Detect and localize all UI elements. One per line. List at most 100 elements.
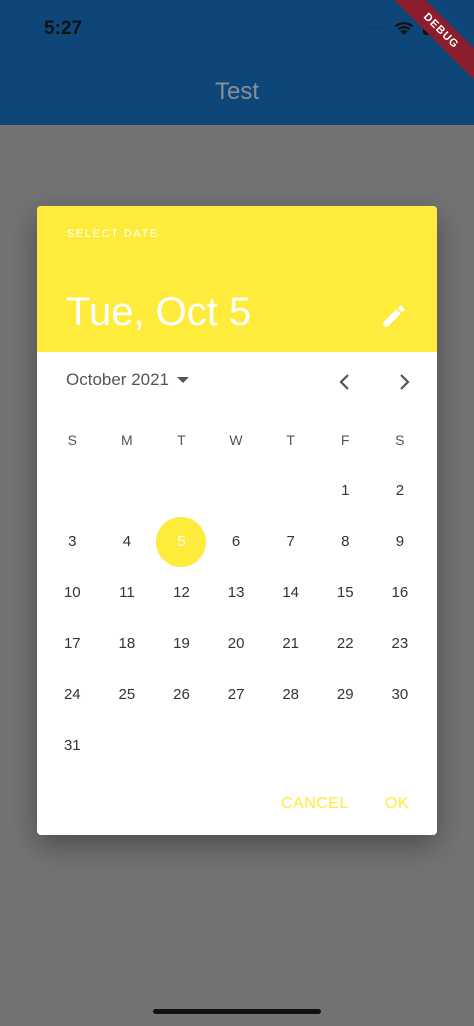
- weekday-label: F: [340, 432, 350, 448]
- day-cell[interactable]: 8: [318, 516, 373, 567]
- empty-day-cell: [318, 720, 373, 771]
- help-text: SELECT DATE: [67, 228, 159, 240]
- day-cell[interactable]: 15: [318, 567, 373, 618]
- empty-day-cell: [209, 465, 264, 516]
- empty-day-cell: [100, 720, 155, 771]
- day-number: 17: [63, 635, 81, 652]
- day-cell[interactable]: 14: [263, 567, 318, 618]
- day-cell[interactable]: 23: [373, 618, 428, 669]
- day-number: 19: [173, 635, 190, 652]
- day-cell[interactable]: 22: [318, 618, 373, 669]
- day-cell[interactable]: 9: [373, 516, 428, 567]
- empty-day-cell: [154, 465, 209, 516]
- day-number: 8: [341, 533, 350, 550]
- weekday-label: T: [177, 432, 186, 448]
- weekday-header: SMTWTFS: [45, 432, 427, 448]
- dialog-actions: CANCEL OK: [273, 789, 417, 819]
- selected-date-title: Tue, Oct 5: [66, 290, 252, 334]
- day-number: 11: [119, 584, 135, 601]
- day-cell[interactable]: 29: [318, 669, 373, 720]
- day-number: 7: [286, 533, 295, 550]
- day-number: 29: [336, 686, 354, 703]
- day-cell[interactable]: 16: [373, 567, 428, 618]
- empty-day-cell: [100, 465, 155, 516]
- cellular-signal-icon: ····: [368, 22, 386, 33]
- day-number: 14: [282, 584, 300, 601]
- day-number: 10: [63, 584, 81, 601]
- day-cell[interactable]: 19: [154, 618, 209, 669]
- status-time: 5:27: [44, 18, 83, 39]
- day-cell[interactable]: 21: [263, 618, 318, 669]
- day-cell[interactable]: 12: [154, 567, 209, 618]
- day-cell[interactable]: 17: [45, 618, 100, 669]
- day-number: 21: [282, 635, 300, 652]
- day-number: 16: [391, 584, 409, 601]
- dialog-header: SELECT DATE Tue, Oct 5: [37, 206, 437, 352]
- day-number: 3: [68, 533, 77, 550]
- weekday-label: W: [229, 432, 243, 448]
- pencil-icon[interactable]: [380, 302, 408, 330]
- day-number: 27: [227, 686, 245, 703]
- home-indicator: [153, 1009, 321, 1014]
- day-cell[interactable]: 2: [373, 465, 428, 516]
- day-cell[interactable]: 18: [100, 618, 155, 669]
- day-number: 25: [118, 686, 136, 703]
- day-cell[interactable]: 24: [45, 669, 100, 720]
- day-cell[interactable]: 13: [209, 567, 264, 618]
- chevron-left-icon: [339, 374, 349, 390]
- weekday-label: T: [286, 432, 295, 448]
- empty-day-cell: [209, 720, 264, 771]
- day-cell[interactable]: 4: [100, 516, 155, 567]
- ok-button[interactable]: OK: [377, 789, 417, 819]
- previous-month-button[interactable]: [335, 372, 355, 392]
- month-year-selector[interactable]: October 2021: [66, 370, 190, 390]
- day-number: 20: [227, 635, 245, 652]
- day-cell[interactable]: 31: [45, 720, 100, 771]
- day-cell[interactable]: 11: [100, 567, 155, 618]
- chevron-right-icon: [400, 374, 410, 390]
- day-cell[interactable]: 1: [318, 465, 373, 516]
- day-number: 18: [118, 635, 136, 652]
- day-number: 12: [173, 584, 190, 601]
- weekday-label: M: [121, 432, 133, 448]
- day-number: 5: [177, 533, 186, 550]
- date-picker-dialog: SELECT DATE Tue, Oct 5 October 2021 S M T W…: [37, 206, 437, 835]
- day-number: 9: [395, 533, 405, 550]
- day-cell[interactable]: 25: [100, 669, 155, 720]
- day-number: 13: [227, 584, 245, 601]
- day-cell[interactable]: 20: [209, 618, 264, 669]
- empty-day-cell: [45, 465, 100, 516]
- next-month-button[interactable]: [394, 372, 414, 392]
- empty-day-cell: [373, 720, 428, 771]
- day-cell[interactable]: 10: [45, 567, 100, 618]
- day-number: 22: [336, 635, 354, 652]
- weekday-label: S: [395, 432, 405, 448]
- day-cell[interactable]: 30: [373, 669, 428, 720]
- debug-label: DEBUG: [387, 0, 474, 85]
- day-cell[interactable]: 27: [209, 669, 264, 720]
- day-cell[interactable]: 3: [45, 516, 100, 567]
- empty-day-cell: [263, 465, 318, 516]
- day-number: 31: [63, 737, 81, 754]
- day-number: 15: [336, 584, 354, 601]
- selected-day[interactable]: 5: [154, 516, 209, 567]
- day-number: 2: [395, 482, 405, 499]
- caret-down-icon: [177, 377, 190, 383]
- day-number: 24: [63, 686, 81, 703]
- app-bar: 5:27 ···· Test DEBUG: [0, 0, 474, 125]
- day-number: 6: [231, 533, 241, 550]
- day-cell[interactable]: 7: [263, 516, 318, 567]
- day-cell[interactable]: 6: [209, 516, 264, 567]
- empty-day-cell: [263, 720, 318, 771]
- debug-banner: DEBUG: [384, 0, 474, 90]
- month-label: October 2021: [66, 370, 170, 389]
- day-cell[interactable]: 26: [154, 669, 209, 720]
- day-number: 30: [391, 686, 409, 703]
- day-cell[interactable]: 28: [263, 669, 318, 720]
- day-number: 23: [391, 635, 409, 652]
- day-number: 26: [173, 686, 190, 703]
- calendar-days-grid: 1 2 3 4 5 6 7 8 9 10 11 12 13 14 15 16 17 18 19 20 21 22 23 24 2…: [45, 465, 427, 771]
- day-number: 28: [282, 686, 300, 703]
- cancel-button[interactable]: CANCEL: [273, 789, 357, 819]
- day-number: 1: [341, 482, 350, 499]
